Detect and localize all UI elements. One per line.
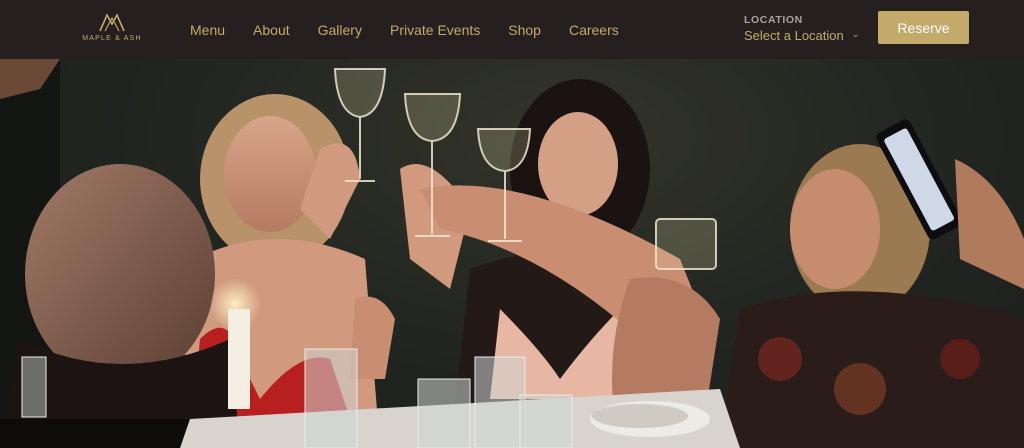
brand-name: MAPLE & ASH — [82, 35, 142, 42]
nav-about[interactable]: About — [253, 22, 290, 38]
location-select[interactable]: Select a Location ⌄ — [744, 28, 859, 43]
nav-shop[interactable]: Shop — [508, 22, 541, 38]
nav-private-events[interactable]: Private Events — [390, 22, 480, 38]
hero-illustration — [0, 59, 1024, 448]
main-nav: Menu About Gallery Private Events Shop C… — [190, 0, 647, 59]
site-header: MAPLE & ASH Menu About Gallery Private E… — [0, 0, 1024, 59]
candle — [228, 309, 250, 409]
reserve-button[interactable]: Reserve — [878, 11, 969, 44]
hero-photo — [0, 59, 1024, 448]
chevron-down-icon: ⌄ — [851, 29, 860, 39]
brand-logo[interactable]: MAPLE & ASH — [82, 12, 142, 46]
location-picker: LOCATION Select a Location ⌄ — [744, 14, 859, 43]
logo-mark-icon — [99, 13, 125, 32]
nav-menu[interactable]: Menu — [190, 22, 225, 38]
nav-gallery[interactable]: Gallery — [318, 22, 362, 38]
location-value: Select a Location — [744, 28, 844, 43]
nav-careers[interactable]: Careers — [569, 22, 619, 38]
location-label: LOCATION — [744, 14, 803, 26]
